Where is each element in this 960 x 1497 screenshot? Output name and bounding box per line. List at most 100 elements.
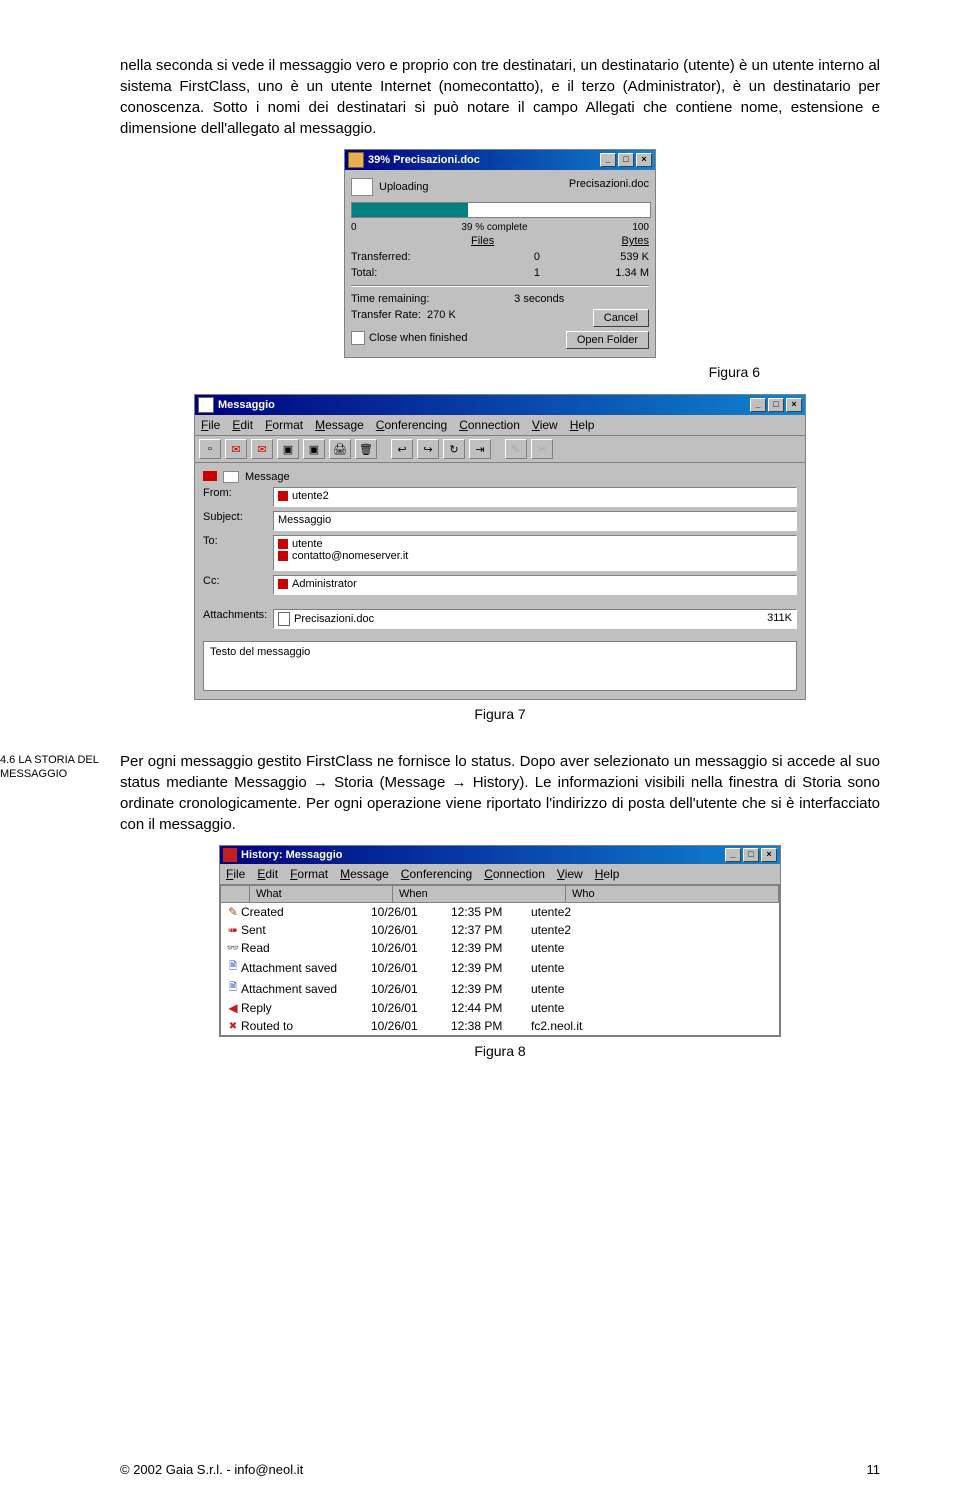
subject-label: Subject: bbox=[203, 511, 273, 523]
window-title: 39% Precisazioni.doc bbox=[364, 154, 600, 166]
history-row[interactable]: Created10/26/0112:35 PMutente2 bbox=[221, 903, 779, 921]
col-what[interactable]: What bbox=[250, 886, 393, 902]
toolbar-button-3[interactable]: ✉ bbox=[251, 439, 273, 459]
toolbar-button-10[interactable]: ↻ bbox=[443, 439, 465, 459]
menu-item-view[interactable]: View bbox=[532, 418, 558, 432]
close-when-finished-checkbox[interactable] bbox=[351, 331, 365, 345]
storia-paragraph: Per ogni messaggio gestito FirstClass ne… bbox=[120, 751, 880, 835]
row-date: 10/26/01 bbox=[371, 1019, 451, 1033]
maximize-button[interactable]: □ bbox=[768, 398, 784, 412]
close-button[interactable]: × bbox=[761, 848, 777, 862]
row-icon bbox=[225, 1001, 241, 1015]
from-label: From: bbox=[203, 487, 273, 499]
menu-item-connection[interactable]: Connection bbox=[484, 867, 545, 881]
history-header: What When Who bbox=[220, 885, 780, 903]
cc-label: Cc: bbox=[203, 575, 273, 587]
menu-item-conferencing[interactable]: Conferencing bbox=[401, 867, 472, 881]
menu-item-edit[interactable]: Edit bbox=[257, 867, 278, 881]
toolbar-button-5[interactable]: ▣ bbox=[303, 439, 325, 459]
toolbar-button-6[interactable]: 🖨 bbox=[329, 439, 351, 459]
history-row[interactable]: Sent10/26/0112:37 PMutente2 bbox=[221, 921, 779, 939]
toolbar-button-12[interactable]: ✎ bbox=[505, 439, 527, 459]
cc-field[interactable]: Administrator bbox=[273, 575, 797, 595]
history-row[interactable]: Reply10/26/0112:44 PMutente bbox=[221, 999, 779, 1017]
toolbar: ▫ ✉ ✉ ▣ ▣ 🖨 🗑 ↩ ↪ ↻ ⇥ ✎ ✂ bbox=[195, 436, 805, 463]
message-body[interactable]: Testo del messaggio bbox=[203, 641, 797, 691]
history-row[interactable]: Attachment saved10/26/0112:39 PMutente bbox=[221, 957, 779, 978]
to-field[interactable]: utente contatto@nomeserver.it bbox=[273, 535, 797, 571]
menu-item-file[interactable]: File bbox=[201, 418, 220, 432]
time-remaining-label: Time remaining: bbox=[351, 293, 429, 305]
toolbar-button-11[interactable]: ⇥ bbox=[469, 439, 491, 459]
history-row[interactable]: Read10/26/0112:39 PMutente bbox=[221, 939, 779, 957]
row-date: 10/26/01 bbox=[371, 923, 451, 937]
minimize-button[interactable]: _ bbox=[600, 153, 616, 167]
row-icon bbox=[225, 1021, 241, 1032]
toolbar-button-9[interactable]: ↪ bbox=[417, 439, 439, 459]
message-window: Messaggio _ □ × File Edit Format Message Con… bbox=[194, 394, 806, 700]
row-who: utente2 bbox=[531, 923, 775, 937]
uploading-label: Uploading bbox=[379, 181, 429, 193]
doc-icon bbox=[278, 612, 290, 626]
history-row[interactable]: Routed to10/26/0112:38 PMfc2.neol.it bbox=[221, 1017, 779, 1035]
subject-field[interactable]: Messaggio bbox=[273, 511, 797, 531]
menu-item-format[interactable]: Format bbox=[265, 418, 303, 432]
row-who: utente bbox=[531, 982, 775, 996]
menu-item-message[interactable]: Message bbox=[340, 867, 389, 881]
menu-item-message[interactable]: Message bbox=[315, 418, 364, 432]
menu-item-edit[interactable]: Edit bbox=[232, 418, 253, 432]
close-button[interactable]: × bbox=[636, 153, 652, 167]
history-row[interactable]: Attachment saved10/26/0112:39 PMutente bbox=[221, 978, 779, 999]
toolbar-button-1[interactable]: ▫ bbox=[199, 439, 221, 459]
row-date: 10/26/01 bbox=[371, 1001, 451, 1015]
toolbar-button-7[interactable]: 🗑 bbox=[355, 439, 377, 459]
window-titlebar[interactable]: History: Messaggio _ □ × bbox=[220, 846, 780, 864]
toolbar-button-4[interactable]: ▣ bbox=[277, 439, 299, 459]
footer-copyright: © 2002 Gaia S.r.l. - info@neol.it bbox=[120, 1462, 303, 1477]
toolbar-button-13[interactable]: ✂ bbox=[531, 439, 553, 459]
attachments-label: Attachments: bbox=[203, 609, 273, 621]
close-button[interactable]: × bbox=[786, 398, 802, 412]
attachments-field[interactable]: Precisazioni.doc 311K bbox=[273, 609, 797, 629]
bytes-header: Bytes bbox=[621, 235, 649, 247]
row-who: utente bbox=[531, 961, 775, 975]
menu-item-view[interactable]: View bbox=[557, 867, 583, 881]
menu-item-help[interactable]: Help bbox=[570, 418, 595, 432]
row-what: Reply bbox=[241, 1001, 371, 1015]
intro-paragraph: nella seconda si vede il messaggio vero … bbox=[120, 55, 880, 139]
row-date: 10/26/01 bbox=[371, 982, 451, 996]
col-who[interactable]: Who bbox=[566, 886, 779, 902]
minimize-button[interactable]: _ bbox=[725, 848, 741, 862]
row-time: 12:39 PM bbox=[451, 982, 531, 996]
window-titlebar[interactable]: Messaggio _ □ × bbox=[195, 395, 805, 415]
scale-high: 100 bbox=[632, 222, 649, 233]
menu-item-file[interactable]: File bbox=[226, 867, 245, 881]
window-titlebar[interactable]: 39% Precisazioni.doc _ □ × bbox=[345, 150, 655, 170]
row-who: utente bbox=[531, 1001, 775, 1015]
row-who: utente bbox=[531, 941, 775, 955]
menu-item-help[interactable]: Help bbox=[595, 867, 620, 881]
minimize-button[interactable]: _ bbox=[750, 398, 766, 412]
menu-item-conferencing[interactable]: Conferencing bbox=[376, 418, 447, 432]
toolbar-button-2[interactable]: ✉ bbox=[225, 439, 247, 459]
upload-progress-window: 39% Precisazioni.doc _ □ × Uploading Pre… bbox=[344, 149, 656, 358]
from-field[interactable]: utente2 bbox=[273, 487, 797, 507]
maximize-button[interactable]: □ bbox=[618, 153, 634, 167]
progress-bar bbox=[351, 202, 651, 218]
cancel-button[interactable]: Cancel bbox=[593, 309, 649, 327]
menu-item-format[interactable]: Format bbox=[290, 867, 328, 881]
history-icon bbox=[223, 848, 237, 862]
person-icon bbox=[278, 579, 288, 589]
person-icon bbox=[278, 551, 288, 561]
total-files: 1 bbox=[460, 267, 540, 279]
scale-low: 0 bbox=[351, 222, 357, 233]
menu-item-connection[interactable]: Connection bbox=[459, 418, 520, 432]
transferred-label: Transferred: bbox=[351, 251, 431, 263]
page-number: 11 bbox=[867, 1462, 881, 1477]
row-what: Read bbox=[241, 941, 371, 955]
col-when[interactable]: When bbox=[393, 886, 566, 902]
open-folder-button[interactable]: Open Folder bbox=[566, 331, 649, 349]
maximize-button[interactable]: □ bbox=[743, 848, 759, 862]
toolbar-button-8[interactable]: ↩ bbox=[391, 439, 413, 459]
fig7-caption: Figura 7 bbox=[474, 706, 525, 722]
